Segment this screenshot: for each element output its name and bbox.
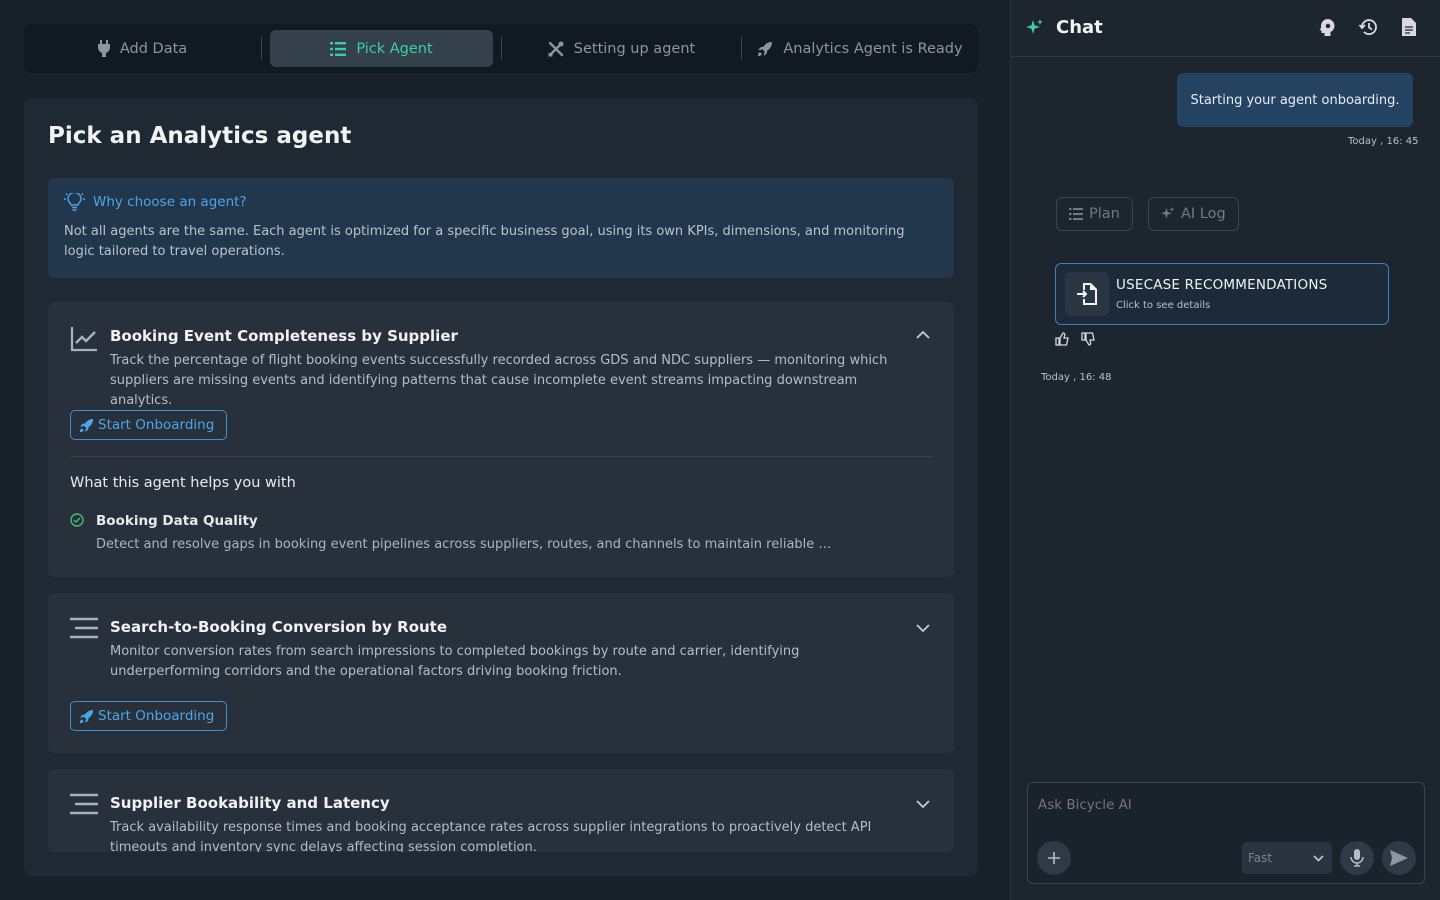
send-button[interactable] <box>1382 841 1416 875</box>
agent-description: Track availability response times and bo… <box>110 820 872 852</box>
message-timestamp: Today , 16: 45 <box>1348 136 1419 147</box>
onboarding-pane: Add Data Pick Agent Setting up agent Ana… <box>0 0 1010 900</box>
agent-description: Monitor conversion rates from search imp… <box>110 644 800 679</box>
step-separator <box>261 37 262 60</box>
start-onboarding-label: Start Onboarding <box>98 708 215 724</box>
agent-card-booking-completeness[interactable]: Booking Event Completeness by Supplier T… <box>48 302 954 577</box>
plug-icon <box>97 40 110 57</box>
helps-title: What this agent helps you with <box>70 475 296 491</box>
brain-icon[interactable] <box>1319 18 1337 36</box>
plan-tab-label: Plan <box>1089 206 1120 222</box>
info-body: Not all agents are the same. Each agent … <box>64 224 905 259</box>
chevron-down-icon[interactable] <box>916 800 930 809</box>
lightbulb-icon <box>64 193 85 211</box>
step-label: Add Data <box>119 40 188 57</box>
checklist-icon <box>1069 208 1083 220</box>
agent-description: Track the percentage of flight booking e… <box>110 353 888 408</box>
agent-card-supplier-bookability[interactable]: Supplier Bookability and Latency Track a… <box>48 769 954 852</box>
chat-composer: Fast <box>1027 782 1425 884</box>
file-import-icon <box>1065 272 1109 316</box>
sparkle-icon <box>1161 207 1175 219</box>
history-icon[interactable] <box>1359 18 1378 36</box>
reply-timestamp: Today , 16: 48 <box>1041 372 1112 383</box>
step-label: Setting up agent <box>573 40 696 57</box>
info-box: Why choose an agent? Not all agents are … <box>48 178 954 278</box>
step-label: Analytics Agent is Ready <box>783 40 963 57</box>
start-onboarding-label: Start Onboarding <box>98 417 215 433</box>
agent-card-search-conversion[interactable]: Search-to-Booking Conversion by Route Mo… <box>48 593 954 753</box>
ai-log-tab-label: AI Log <box>1181 206 1226 222</box>
agent-title: Supplier Bookability and Latency <box>110 794 390 812</box>
rocket-icon <box>79 709 94 723</box>
tools-icon <box>548 41 564 56</box>
benefit-description: Detect and resolve gaps in booking event… <box>96 537 836 552</box>
agent-picker-card: Pick an Analytics agent Why choose an ag… <box>24 98 978 876</box>
start-onboarding-button[interactable]: Start Onboarding <box>70 410 228 440</box>
send-icon <box>1390 850 1408 866</box>
rocket-icon <box>79 418 94 432</box>
chevron-down-icon[interactable] <box>916 624 930 633</box>
mode-select[interactable]: Fast <box>1242 842 1332 874</box>
thumbs-up-icon[interactable] <box>1055 332 1069 346</box>
voice-input-button[interactable] <box>1340 841 1374 875</box>
list-icon <box>330 41 347 56</box>
line-chart-icon <box>70 327 97 352</box>
info-heading: Why choose an agent? <box>64 193 247 211</box>
recommendation-title: USECASE RECOMMENDATIONS <box>1116 277 1328 293</box>
chat-title: Chat <box>1056 17 1103 38</box>
document-icon[interactable] <box>1402 18 1416 36</box>
plan-tab-button[interactable]: Plan <box>1056 197 1133 231</box>
menu-lines-icon <box>70 617 98 639</box>
attach-button[interactable] <box>1037 841 1071 875</box>
start-onboarding-button[interactable]: Start Onboarding <box>70 701 228 731</box>
divider <box>70 456 932 457</box>
onboarding-stepper: Add Data Pick Agent Setting up agent Ana… <box>24 24 978 73</box>
step-setting-up[interactable]: Setting up agent <box>502 30 741 67</box>
step-label: Pick Agent <box>356 40 433 57</box>
chevron-down-icon <box>1313 854 1324 862</box>
menu-lines-icon <box>70 793 98 815</box>
agent-title: Booking Event Completeness by Supplier <box>110 327 458 345</box>
step-pick-agent[interactable]: Pick Agent <box>270 30 493 67</box>
step-agent-ready[interactable]: Analytics Agent is Ready <box>742 30 978 67</box>
check-circle-icon <box>70 513 84 527</box>
agent-title: Search-to-Booking Conversion by Route <box>110 618 448 636</box>
step-add-data[interactable]: Add Data <box>24 30 261 67</box>
benefit-title: Booking Data Quality <box>96 513 258 529</box>
chat-input[interactable] <box>1038 797 1408 813</box>
chat-panel: Chat Starting your agent onboarding. Tod… <box>1010 0 1440 900</box>
microphone-icon <box>1350 849 1364 867</box>
page-title: Pick an Analytics agent <box>48 123 352 149</box>
thumbs-down-icon[interactable] <box>1081 332 1095 346</box>
chat-header: Chat <box>1011 0 1440 57</box>
sparkle-icon <box>1026 19 1043 34</box>
recommendation-subtitle: Click to see details <box>1116 300 1211 311</box>
rocket-icon <box>758 41 773 56</box>
ai-log-tab-button[interactable]: AI Log <box>1148 197 1239 231</box>
chevron-up-icon[interactable] <box>916 330 930 339</box>
usecase-recommendations-card[interactable]: USECASE RECOMMENDATIONS Click to see det… <box>1055 263 1389 325</box>
plus-icon <box>1048 852 1060 864</box>
mode-value: Fast <box>1248 851 1273 865</box>
user-message: Starting your agent onboarding. <box>1177 73 1413 127</box>
info-heading-text: Why choose an agent? <box>93 194 247 210</box>
